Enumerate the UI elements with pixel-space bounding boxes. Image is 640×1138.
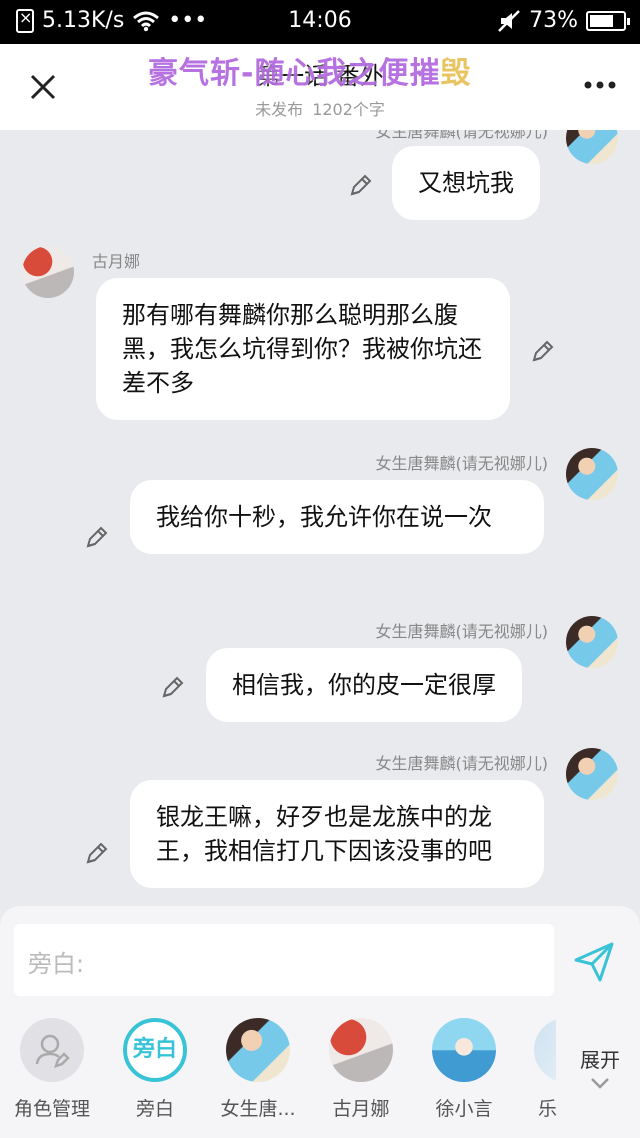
- message-bubble[interactable]: 那有哪有舞麟你那么聪明那么腹黑，我怎么坑得到你？我被你坑还差不多: [96, 278, 510, 420]
- mute-icon: [498, 9, 520, 32]
- watermark-text: 豪气斩-随心我之便摧: [148, 56, 441, 91]
- send-icon[interactable]: [572, 940, 616, 984]
- role-label: 女生唐...: [220, 1098, 296, 1120]
- chat-area[interactable]: 女生唐舞麟(请无视娜儿) 又想坑我 古月娜 那有哪有舞麟你那么聪明那么腹黑，我怎…: [0, 130, 640, 910]
- sender-name: 女生唐舞麟(请无视娜儿): [375, 754, 549, 773]
- sender-name: 女生唐舞麟(请无视娜儿): [375, 454, 549, 473]
- edit-icon[interactable]: [348, 172, 374, 198]
- battery-percent: 73%: [529, 8, 578, 33]
- expand-label: 展开: [580, 1048, 620, 1072]
- edit-icon[interactable]: [84, 524, 110, 550]
- battery-icon: [586, 10, 630, 31]
- watermark: 豪气斩-随心我之便摧毁: [148, 48, 471, 92]
- sender-name: 女生唐舞麟(请无视娜儿): [375, 130, 549, 141]
- sender-name: 女生唐舞麟(请无视娜儿): [375, 622, 549, 641]
- expand-button[interactable]: 展开: [570, 1044, 630, 1089]
- status-bar: 5.13K/s ••• 14:06 73%: [0, 0, 640, 44]
- avatar[interactable]: [566, 130, 618, 164]
- role-label: 旁白: [135, 1098, 174, 1120]
- avatar[interactable]: [566, 616, 618, 668]
- input-placeholder: 旁白:: [28, 950, 85, 978]
- input-panel: 旁白: 角色管理 旁白 旁白 女生唐... 古月娜 徐小言 乐 展开: [0, 906, 640, 1138]
- avatar: [534, 1018, 556, 1082]
- publish-status: 未发布: [255, 100, 304, 119]
- edit-icon[interactable]: [160, 674, 186, 700]
- message-bubble[interactable]: 相信我，你的皮一定很厚: [206, 648, 522, 722]
- watermark-last: 毁: [440, 56, 472, 91]
- role-tang-wulin[interactable]: 女生唐...: [206, 1014, 310, 1121]
- avatar: [226, 1018, 290, 1082]
- status-right: 73%: [497, 8, 630, 33]
- page-subtitle: 未发布 1202个字: [0, 96, 640, 120]
- avatar: [329, 1018, 393, 1082]
- narration-input[interactable]: 旁白:: [14, 924, 554, 996]
- role-label: 乐: [538, 1098, 556, 1120]
- role-gu-yuena[interactable]: 古月娜: [309, 1014, 413, 1121]
- role-manage-circle: [20, 1018, 84, 1082]
- message-bubble[interactable]: 银龙王嘛，好歹也是龙族中的龙王，我相信打几下因该没事的吧: [130, 780, 544, 888]
- avatar[interactable]: [566, 448, 618, 500]
- edit-icon[interactable]: [530, 338, 556, 364]
- chevron-down-icon: [591, 1078, 609, 1089]
- avatar: [432, 1018, 496, 1082]
- more-options-icon[interactable]: [584, 80, 616, 90]
- word-count: 1202个字: [312, 100, 385, 119]
- sender-name: 古月娜: [92, 252, 141, 271]
- role-label: 古月娜: [332, 1098, 390, 1120]
- role-bar: 角色管理 旁白 旁白 女生唐... 古月娜 徐小言 乐 展开: [0, 1014, 640, 1134]
- role-label: 角色管理: [13, 1098, 90, 1120]
- role-narrator[interactable]: 旁白 旁白: [103, 1014, 207, 1121]
- battery-fill: [590, 14, 614, 27]
- avatar[interactable]: [566, 748, 618, 800]
- role-manage-button[interactable]: 角色管理: [0, 1014, 104, 1121]
- role-le[interactable]: 乐: [496, 1014, 556, 1121]
- header: 第一话 番外 未发布 1202个字 豪气斩-随心我之便摧毁: [0, 44, 640, 130]
- message-bubble[interactable]: 我给你十秒，我允许你在说一次: [130, 480, 544, 554]
- edit-icon[interactable]: [84, 840, 110, 866]
- narrator-badge: 旁白: [123, 1018, 187, 1082]
- avatar[interactable]: [22, 246, 74, 298]
- message-bubble[interactable]: 又想坑我: [392, 146, 540, 220]
- person-edit-icon: [35, 1034, 70, 1068]
